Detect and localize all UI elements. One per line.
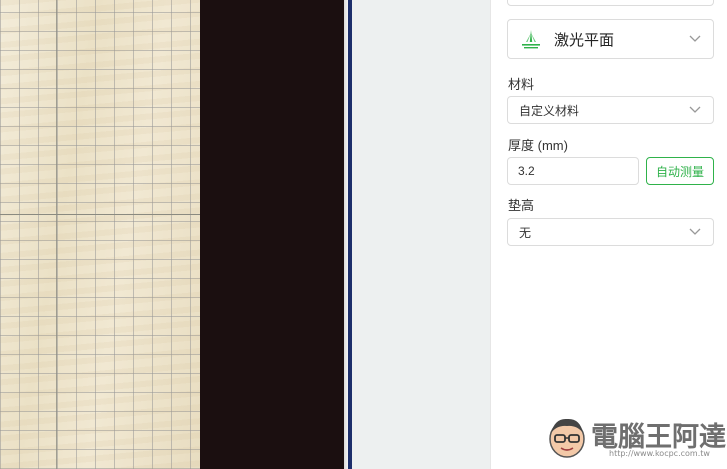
auto-measure-button[interactable]: 自动测量 — [646, 157, 714, 185]
camera-preview — [0, 0, 352, 469]
raise-label: 垫高 — [508, 198, 535, 213]
wood-grain — [0, 0, 200, 469]
material-select[interactable]: 自定义材料 — [507, 96, 714, 124]
raise-select[interactable]: 无 — [507, 218, 714, 246]
thickness-input[interactable] — [507, 157, 639, 185]
chevron-down-icon — [689, 228, 701, 235]
raise-value: 无 — [519, 225, 532, 240]
previous-select-partial[interactable] — [507, 0, 714, 6]
material-label: 材料 — [508, 77, 535, 92]
chevron-down-icon — [689, 35, 701, 42]
watermark: 電腦王阿達 http://www.kocpc.com.tw — [543, 413, 726, 465]
watermark-url: http://www.kocpc.com.tw — [609, 449, 710, 458]
settings-panel: 激光平面 材料 自定义材料 厚度 (mm) 自动测量 垫高 无 — [490, 0, 727, 469]
mode-select[interactable]: 激光平面 — [507, 19, 714, 59]
dark-material-band — [200, 0, 344, 469]
thickness-label: 厚度 (mm) — [508, 138, 568, 153]
chevron-down-icon — [689, 106, 701, 113]
mascot-logo — [549, 418, 585, 458]
grid-divider-vertical — [56, 0, 57, 469]
laser-plane-icon — [520, 28, 542, 50]
grid-divider-horizontal — [0, 214, 200, 215]
material-value: 自定义材料 — [519, 103, 580, 118]
mode-label: 激光平面 — [554, 31, 615, 49]
preview-gutter — [352, 0, 490, 469]
